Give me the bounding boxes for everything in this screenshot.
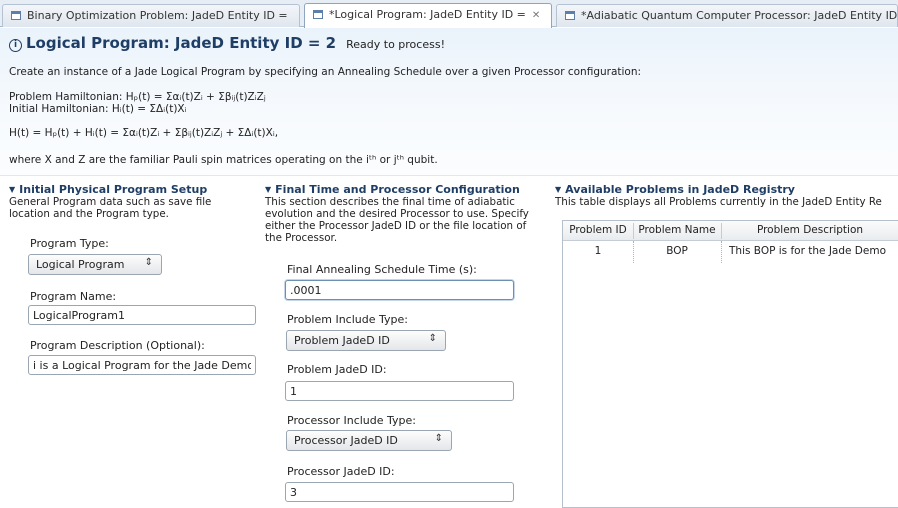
program-name-label: Program Name: <box>30 290 117 303</box>
cell-problem-name: BOP <box>666 245 688 257</box>
program-name-input[interactable] <box>28 305 256 325</box>
section-initial-setup-description: General Program data such as save file l… <box>9 196 212 220</box>
section-registry-description: This table displays all Problems current… <box>555 196 882 208</box>
problem-include-type-select[interactable]: Problem JadeD ID ⇕ <box>286 330 446 351</box>
problem-hamiltonian: Problem Hamiltonian: Hₚ(t) = Σαᵢ(t)Zᵢ + … <box>9 91 266 103</box>
tab-logical-program[interactable]: *Logical Program: JadeD Entity ID = ✕ <box>304 3 552 28</box>
cell-problem-description: This BOP is for the Jade Demo <box>729 245 887 257</box>
column-header-problem-description[interactable]: Problem Description <box>721 224 898 236</box>
processor-include-type-select[interactable]: Processor JadeD ID ⇕ <box>286 430 452 451</box>
program-description-input[interactable] <box>28 355 256 375</box>
program-description-label: Program Description (Optional): <box>30 339 205 352</box>
tab-adiabatic-processor[interactable]: *Adiabatic Quantum Computer Processor: J… <box>556 4 898 27</box>
section-registry-heading[interactable]: ▼ Available Problems in JadeD Registry <box>555 183 795 196</box>
problem-include-type-label: Problem Include Type: <box>287 313 408 326</box>
program-type-select[interactable]: Logical Program ⇕ <box>28 254 162 275</box>
column-header-problem-name[interactable]: Problem Name <box>633 224 721 236</box>
table-header: Problem ID Problem Name Problem Descript… <box>563 221 898 241</box>
annealing-time-label: Final Annealing Schedule Time (s): <box>287 263 477 276</box>
tab-label: *Adiabatic Quantum Computer Processor: J… <box>581 9 898 22</box>
processor-id-label: Processor JadeD ID: <box>287 465 395 478</box>
title-row: i Logical Program: JadeD Entity ID = 2 Rea… <box>9 34 445 52</box>
editor-tab-icon <box>313 10 323 19</box>
column-header-problem-id[interactable]: Problem ID <box>563 224 633 236</box>
problem-include-type-value: Problem JadeD ID <box>294 334 390 347</box>
program-type-value: Logical Program <box>36 258 125 271</box>
editor-tab-icon <box>565 11 575 20</box>
cell-divider <box>721 241 722 263</box>
intro-text: Create an instance of a Jade Logical Pro… <box>9 66 642 78</box>
annealing-time-input[interactable] <box>285 280 514 300</box>
triangle-down-icon: ▼ <box>555 185 562 194</box>
page-title: Logical Program: JadeD Entity ID = 2 <box>26 34 337 52</box>
cell-problem-id: 1 <box>594 245 602 257</box>
problem-id-input[interactable] <box>285 381 514 401</box>
form-header: i Logical Program: JadeD Entity ID = 2 Rea… <box>0 28 898 176</box>
section-initial-setup-heading[interactable]: ▼ Initial Physical Program Setup <box>9 183 207 196</box>
section-title: Final Time and Processor Configuration <box>275 183 520 196</box>
processor-include-type-label: Processor Include Type: <box>287 414 416 427</box>
tab-binary-optimization-problem[interactable]: Binary Optimization Problem: JadeD Entit… <box>2 4 300 27</box>
processor-include-type-value: Processor JadeD ID <box>294 434 398 447</box>
status-message: Ready to process! <box>346 38 445 51</box>
triangle-down-icon: ▼ <box>9 185 16 194</box>
up-down-arrows-icon: ⇕ <box>144 257 153 268</box>
total-hamiltonian: H(t) = Hₚ(t) + Hᵢ(t) = Σαᵢ(t)Zᵢ + Σβᵢⱼ(t… <box>9 127 279 139</box>
section-final-time-description: This section describes the final time of… <box>265 196 529 244</box>
triangle-down-icon: ▼ <box>265 185 272 194</box>
problems-table[interactable]: Problem ID Problem Name Problem Descript… <box>562 220 898 508</box>
initial-hamiltonian: Initial Hamiltonian: Hᵢ(t) = ΣΔᵢ(t)Xᵢ <box>9 103 187 115</box>
info-icon: i <box>9 39 22 52</box>
up-down-arrows-icon: ⇕ <box>434 433 443 444</box>
program-type-label: Program Type: <box>30 237 109 250</box>
pauli-note: where X and Z are the familiar Pauli spi… <box>9 154 438 166</box>
processor-id-input[interactable] <box>285 482 514 502</box>
tab-label: *Logical Program: JadeD Entity ID = <box>329 8 526 21</box>
section-final-time-heading[interactable]: ▼ Final Time and Processor Configuration <box>265 183 520 196</box>
tab-label: Binary Optimization Problem: JadeD Entit… <box>27 9 288 22</box>
problem-id-label: Problem JadeD ID: <box>287 363 387 376</box>
up-down-arrows-icon: ⇕ <box>428 333 437 344</box>
section-title: Initial Physical Program Setup <box>19 183 208 196</box>
editor-tab-bar: Binary Optimization Problem: JadeD Entit… <box>0 0 898 28</box>
close-tab-icon[interactable]: ✕ <box>532 10 540 21</box>
editor-tab-icon <box>11 11 21 20</box>
section-title: Available Problems in JadeD Registry <box>565 183 795 196</box>
